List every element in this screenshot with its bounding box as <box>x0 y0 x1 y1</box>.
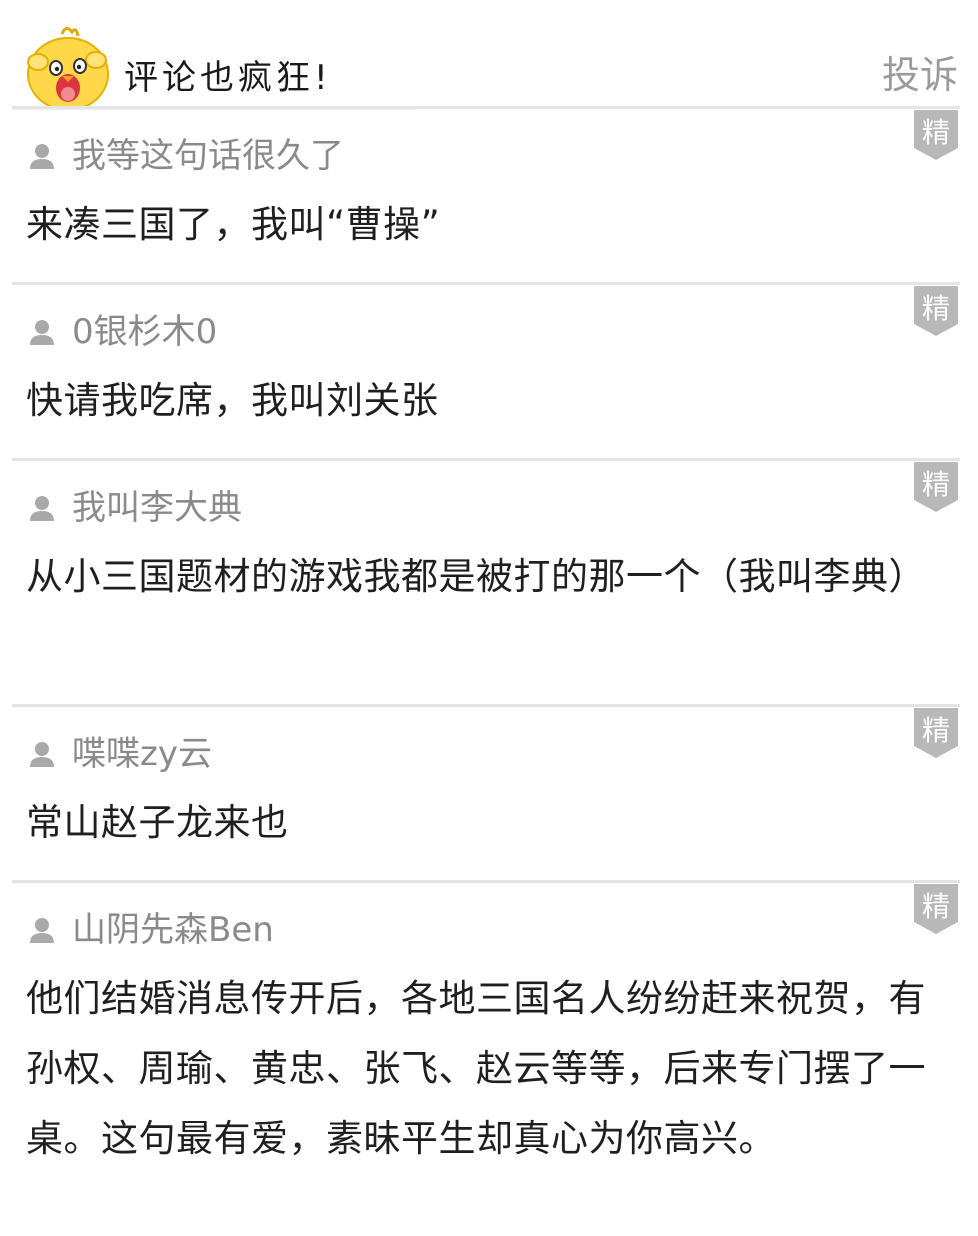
user-icon <box>30 144 54 169</box>
comment-item: 精 我叫李大典 从小三国题材的游戏我都是被打的那一个（我叫李典） <box>0 458 978 704</box>
featured-badge-label: 精 <box>922 468 950 501</box>
author-name: 0银杉木0 <box>72 312 218 352</box>
comment-separator <box>12 106 960 109</box>
comment-item: 精 0银杉木0 快请我吃席，我叫刘关张 <box>0 282 978 458</box>
comment-text: 常山赵子龙来也 <box>26 801 289 844</box>
comment-separator <box>12 458 960 461</box>
comment-text: 来凑三国了，我叫“曹操” <box>26 203 441 246</box>
featured-badge-icon: 精 <box>914 110 958 160</box>
comment-text: 他们结婚消息传开后，各地三国名人纷纷赶来祝贺，有孙权、周瑜、黄忠、张飞、赵云等等… <box>26 977 926 1160</box>
author-name: 我等这句话很久了 <box>72 136 344 176</box>
comment-author[interactable]: 0银杉木0 <box>28 312 217 352</box>
user-icon <box>30 742 54 767</box>
comment-item: 精 我等这句话很久了 来凑三国了，我叫“曹操” <box>0 106 978 282</box>
featured-badge-icon: 精 <box>914 884 958 934</box>
mascot-icon <box>27 27 109 110</box>
featured-badge-label: 精 <box>922 116 950 149</box>
comment-separator <box>12 704 960 707</box>
page-title: 评论也疯狂! <box>124 58 332 98</box>
comment-author[interactable]: 山阴先森Ben <box>28 910 274 950</box>
comment-text: 从小三国题材的游戏我都是被打的那一个（我叫李典） <box>26 555 926 598</box>
featured-badge-label: 精 <box>922 714 950 747</box>
featured-badge-label: 精 <box>922 890 950 923</box>
featured-badge-icon: 精 <box>914 286 958 336</box>
user-icon <box>30 918 54 943</box>
author-name: 喋喋zy云 <box>72 734 212 774</box>
comment-item: 精 喋喋zy云 常山赵子龙来也 <box>0 704 978 880</box>
comment-text: 快请我吃席，我叫刘关张 <box>26 379 439 422</box>
comment-author[interactable]: 我等这句话很久了 <box>28 136 344 176</box>
comment-separator <box>12 282 960 285</box>
featured-badge-icon: 精 <box>914 462 958 512</box>
featured-badge-icon: 精 <box>914 708 958 758</box>
user-icon <box>30 320 54 345</box>
author-name: 我叫李大典 <box>72 488 242 528</box>
report-button[interactable]: 投诉 <box>882 44 958 99</box>
user-icon <box>30 496 54 521</box>
comments-header: 评论也疯狂! 投诉 <box>0 0 978 110</box>
featured-badge-label: 精 <box>922 292 950 325</box>
comment-author[interactable]: 喋喋zy云 <box>28 734 212 774</box>
comment-item: 精 山阴先森Ben 他们结婚消息传开后，各地三国名人纷纷赶来祝贺，有孙权、周瑜、… <box>0 880 978 1236</box>
comment-separator <box>12 880 960 883</box>
author-name: 山阴先森Ben <box>72 910 274 950</box>
comment-author[interactable]: 我叫李大典 <box>28 488 242 528</box>
